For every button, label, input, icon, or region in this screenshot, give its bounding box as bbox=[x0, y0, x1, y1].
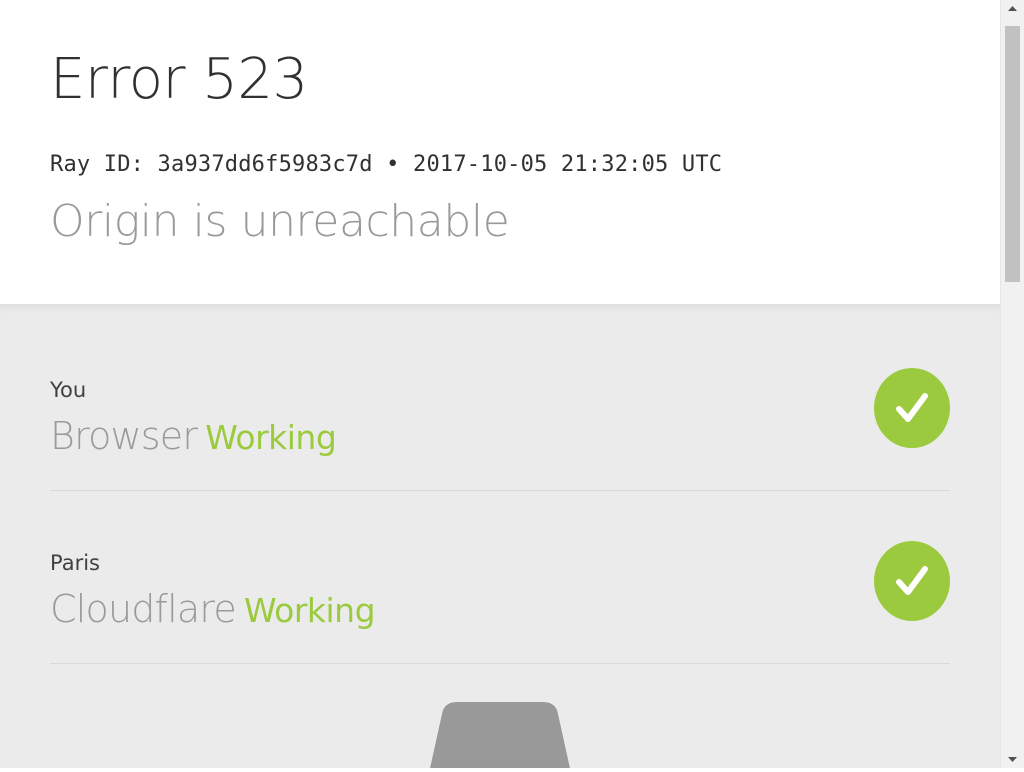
error-title: Error 523 bbox=[50, 47, 308, 112]
row-main: Cloudflare Working bbox=[50, 585, 376, 635]
row-name: Cloudflare bbox=[50, 587, 237, 631]
status-row-browser: You Browser Working bbox=[50, 318, 950, 491]
error-subtitle: Origin is unreachable bbox=[50, 196, 510, 247]
row-name: Browser bbox=[50, 414, 198, 458]
row-status: Working bbox=[243, 591, 376, 630]
host-server-icon bbox=[427, 702, 573, 768]
row-status: Working bbox=[205, 418, 337, 457]
vertical-scrollbar[interactable] bbox=[1000, 0, 1024, 768]
scroll-up-arrow-icon[interactable] bbox=[1001, 0, 1024, 17]
scroll-down-arrow-icon[interactable] bbox=[1001, 751, 1024, 768]
row-location: You bbox=[50, 378, 87, 402]
error-page: Error 523 Ray ID: 3a937dd6f5983c7d • 201… bbox=[0, 0, 1000, 768]
row-main: Browser Working bbox=[50, 412, 337, 462]
status-row-cloudflare: Paris Cloudflare Working bbox=[50, 491, 950, 664]
checkmark-icon bbox=[874, 541, 950, 621]
checkmark-icon bbox=[874, 368, 950, 448]
ray-id-line: Ray ID: 3a937dd6f5983c7d • 2017-10-05 21… bbox=[50, 152, 723, 177]
error-header: Error 523 Ray ID: 3a937dd6f5983c7d • 201… bbox=[0, 0, 1000, 304]
scrollbar-thumb[interactable] bbox=[1005, 26, 1020, 282]
row-location: Paris bbox=[50, 551, 100, 575]
